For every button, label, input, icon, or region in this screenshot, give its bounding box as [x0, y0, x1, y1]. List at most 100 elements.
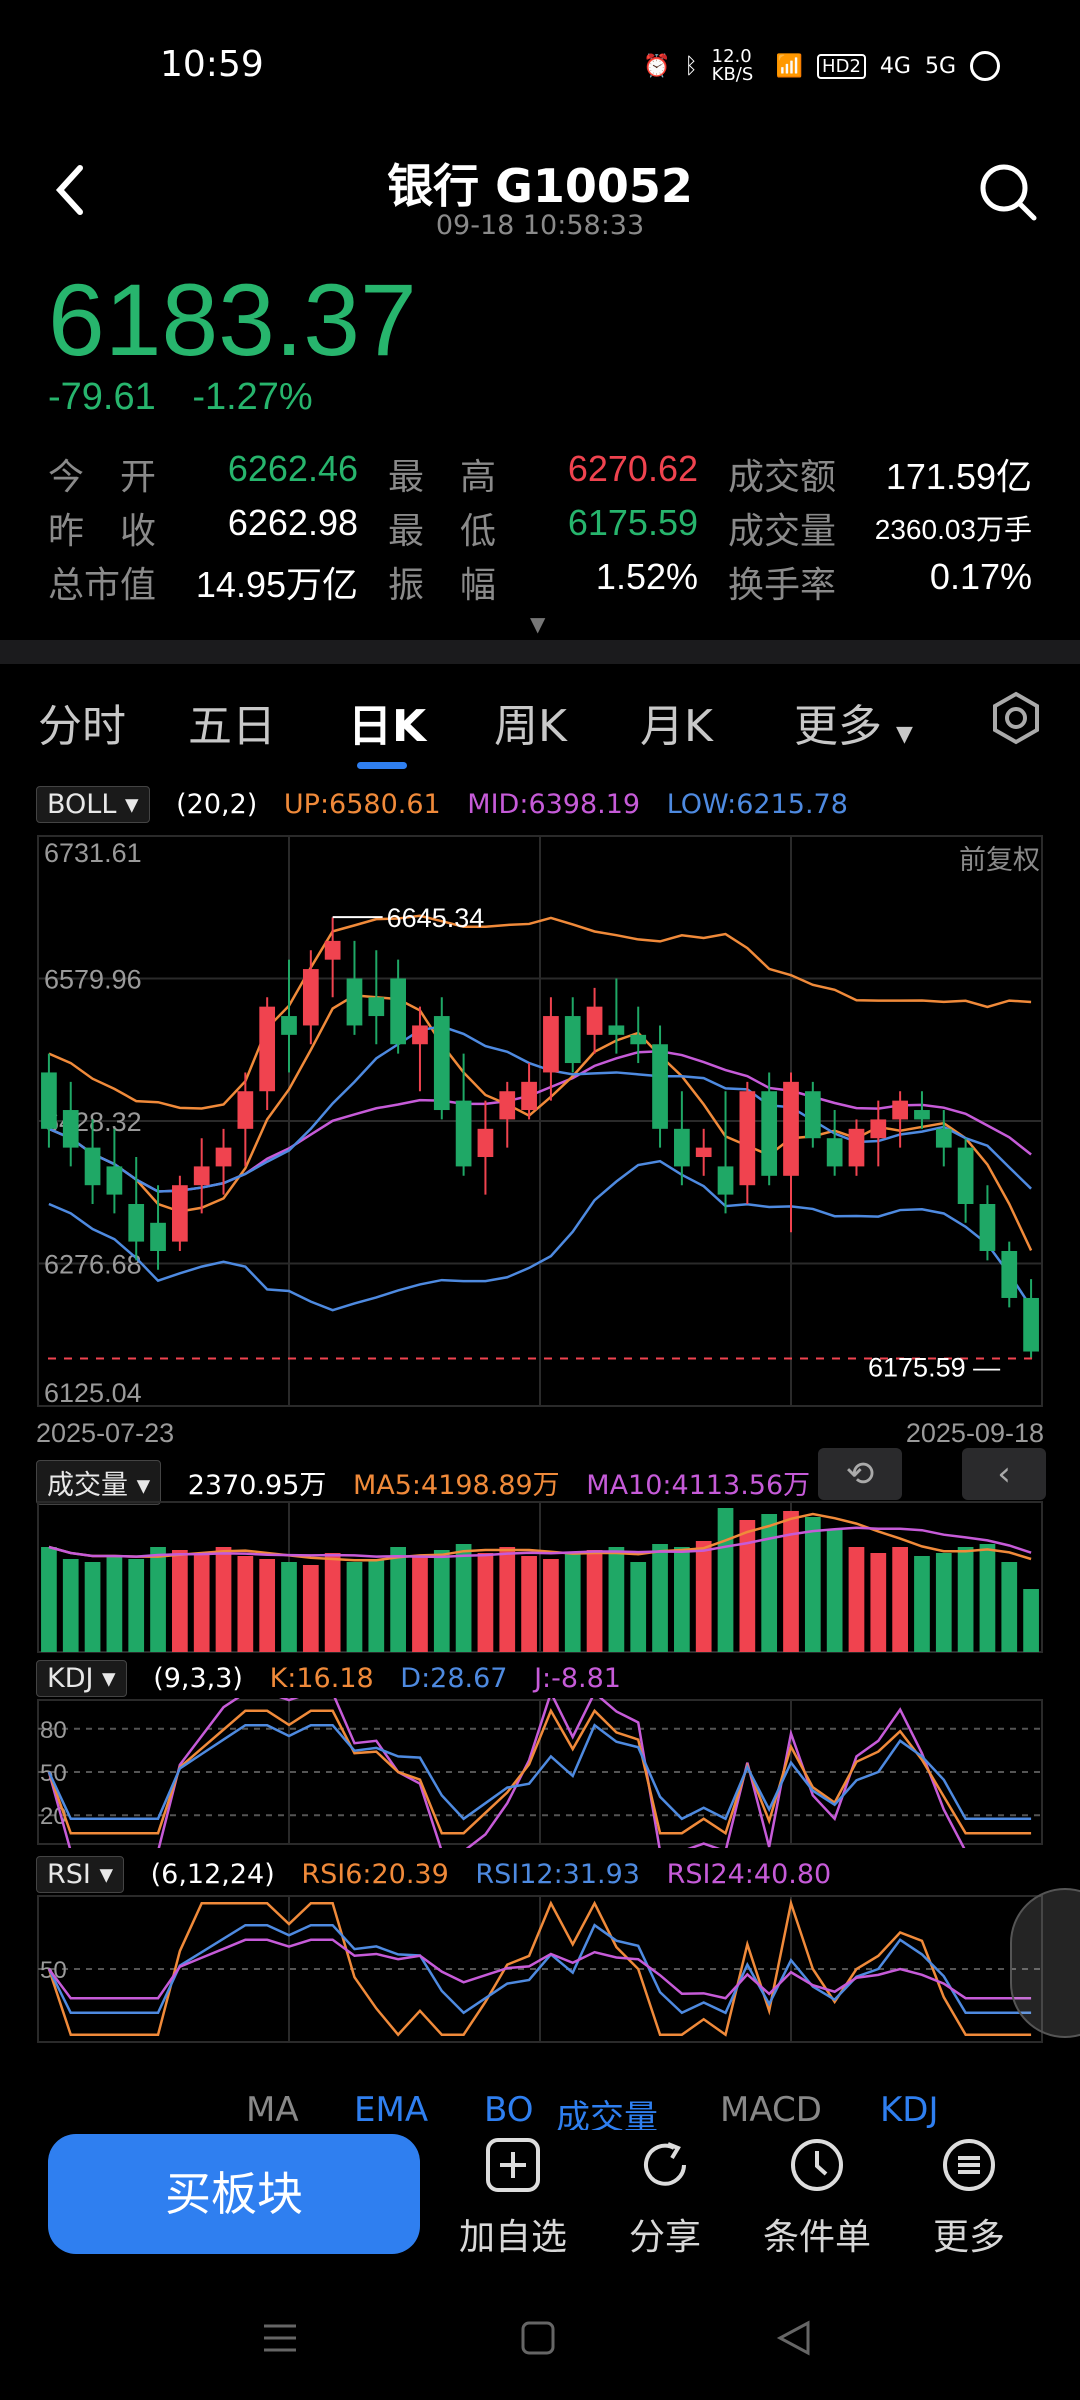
- volume-bar: [150, 1547, 166, 1652]
- kdj-chart[interactable]: 805020: [0, 1698, 1080, 1848]
- indicator-tab-macd[interactable]: MACD: [720, 2090, 822, 2130]
- candle-body: [870, 1119, 887, 1139]
- kdj-selector[interactable]: KDJ ▾: [36, 1660, 127, 1697]
- volume-chart[interactable]: [0, 1500, 1080, 1656]
- tab-day-k[interactable]: 日K: [348, 690, 426, 754]
- level-label: 80: [40, 1717, 67, 1744]
- candle-body: [433, 1016, 450, 1111]
- indicator-tab-ma[interactable]: MA: [246, 2090, 299, 2130]
- candle-body: [979, 1203, 996, 1251]
- indicator-tab-boll[interactable]: BO: [484, 2090, 534, 2130]
- volume-bar: [1023, 1589, 1039, 1652]
- home-nav-icon[interactable]: [520, 2320, 556, 2360]
- rotate-icon[interactable]: ⟲: [818, 1448, 902, 1500]
- add-watchlist-label: 加自选: [458, 2217, 567, 2258]
- volume-bar: [302, 1565, 319, 1652]
- clock-icon: [786, 2134, 848, 2196]
- candle-body: [804, 1091, 821, 1139]
- price-change: -79.61 -1.27%: [48, 376, 339, 419]
- alarm-icon: ⏰: [643, 53, 671, 79]
- volume-bar: [281, 1562, 297, 1652]
- boll-low: LOW:6215.78: [666, 789, 848, 820]
- low-label: 最 低: [388, 511, 497, 552]
- status-bar: 10:59 ⏰ ᛒ 12.0 KB/S 📶 HD2 4G 5G: [0, 0, 1080, 130]
- share-icon: [634, 2134, 696, 2196]
- add-watchlist-button[interactable]: 加自选: [448, 2134, 578, 2260]
- volume-bar: [608, 1547, 625, 1652]
- candle-body: [892, 1100, 908, 1120]
- more-button[interactable]: 更多: [904, 2134, 1034, 2260]
- active-tab-indicator: [357, 762, 407, 769]
- kdj-j: J:-8.81: [534, 1663, 621, 1694]
- volume-bar: [761, 1514, 778, 1652]
- candle-body: [783, 1081, 799, 1176]
- volume-bar: [652, 1544, 668, 1652]
- rsi-params: (6,12,24): [150, 1859, 275, 1890]
- candle-body: [368, 997, 385, 1017]
- boll-selector[interactable]: BOLL ▾: [36, 786, 150, 823]
- candle-body: [695, 1147, 712, 1158]
- mktcap-label: 总市值: [48, 565, 157, 606]
- volume-bar: [630, 1562, 647, 1652]
- mktcap-value: 14.95万亿: [195, 564, 358, 605]
- clock: 10:59: [160, 44, 264, 85]
- menu-nav-icon[interactable]: [262, 2320, 298, 2360]
- share-button[interactable]: 分享: [600, 2134, 730, 2260]
- volume-ma5: MA5:4198.89万: [352, 1470, 560, 1501]
- floating-assistant-button[interactable]: [1010, 1888, 1080, 2038]
- volume-bar: [455, 1544, 472, 1652]
- indicator-tab-kdj[interactable]: KDJ: [880, 2090, 939, 2130]
- candle-body: [521, 1081, 537, 1111]
- indicator-tab-ema[interactable]: EMA: [354, 2090, 428, 2130]
- y-tick-label: 6276.68: [44, 1250, 142, 1280]
- volume-bar: [62, 1559, 79, 1652]
- volume-bar: [1001, 1562, 1018, 1652]
- collapse-left-icon[interactable]: ‹: [962, 1448, 1046, 1500]
- volume-bar: [259, 1559, 276, 1652]
- boll-mid: MID:6398.19: [467, 789, 641, 820]
- y-tick-label: 6579.96: [44, 965, 142, 995]
- turnrate-label: 换手率: [728, 565, 837, 606]
- stat-row: 今 开 6262.46 最 高 6270.62 成交额 171.59亿: [48, 448, 1038, 502]
- volume-bar: [499, 1547, 516, 1652]
- rsi-selector[interactable]: RSI ▾: [36, 1856, 125, 1893]
- candlestick-chart[interactable]: 6731.616579.966428.326276.686125.046175.…: [0, 828, 1080, 1408]
- stat-row: 昨 收 6262.98 最 低 6175.59 成交量 2360.03万手: [48, 502, 1038, 556]
- indicator-tab-volume[interactable]: 成交量: [556, 2090, 658, 2130]
- buy-sector-button[interactable]: 买板块: [48, 2134, 420, 2254]
- boll-legend: BOLL ▾ (20,2) UP:6580.61 MID:6398.19 LOW…: [36, 786, 866, 823]
- volume-bar: [237, 1556, 254, 1652]
- volume-bar: [521, 1556, 537, 1652]
- candle-body: [302, 969, 319, 1026]
- tab-week-k[interactable]: 周K: [494, 690, 567, 754]
- tab-minute[interactable]: 分时: [38, 690, 126, 754]
- tab-month-k[interactable]: 月K: [640, 690, 713, 754]
- candle-body: [717, 1166, 734, 1195]
- back-nav-icon[interactable]: [776, 2320, 812, 2360]
- search-icon[interactable]: [976, 160, 1040, 224]
- candle-body: [586, 1006, 603, 1035]
- candle-body: [826, 1138, 843, 1167]
- condition-order-button[interactable]: 条件单: [752, 2134, 882, 2260]
- volume-bar: [390, 1547, 406, 1652]
- low-annotation: 6175.59 —: [868, 1352, 1000, 1382]
- expand-arrow-icon[interactable]: ▼: [530, 612, 545, 636]
- candle-body: [1001, 1250, 1018, 1298]
- tab-more-label: 更多: [794, 701, 882, 752]
- volume-selector[interactable]: 成交量 ▾: [36, 1460, 162, 1505]
- volume-bar: [346, 1562, 363, 1652]
- hd-badge: HD2: [817, 53, 866, 79]
- volume-value: 2360.03万手: [874, 514, 1032, 545]
- tab-5day[interactable]: 五日: [188, 690, 276, 754]
- volume-bar: [564, 1553, 581, 1652]
- kdj-k: K:16.18: [269, 1663, 374, 1694]
- stat-row: 总市值 14.95万亿 振 幅 1.52% 换手率 0.17%: [48, 556, 1038, 610]
- rsi-chart[interactable]: 50: [0, 1894, 1080, 2046]
- candle-body: [848, 1128, 865, 1167]
- volume-bar: [914, 1556, 930, 1652]
- settings-icon[interactable]: [988, 690, 1044, 746]
- tab-more[interactable]: 更多 ▼: [794, 690, 913, 754]
- candle-body: [957, 1147, 974, 1204]
- volume-bar: [477, 1553, 494, 1652]
- volume-bar: [826, 1529, 843, 1652]
